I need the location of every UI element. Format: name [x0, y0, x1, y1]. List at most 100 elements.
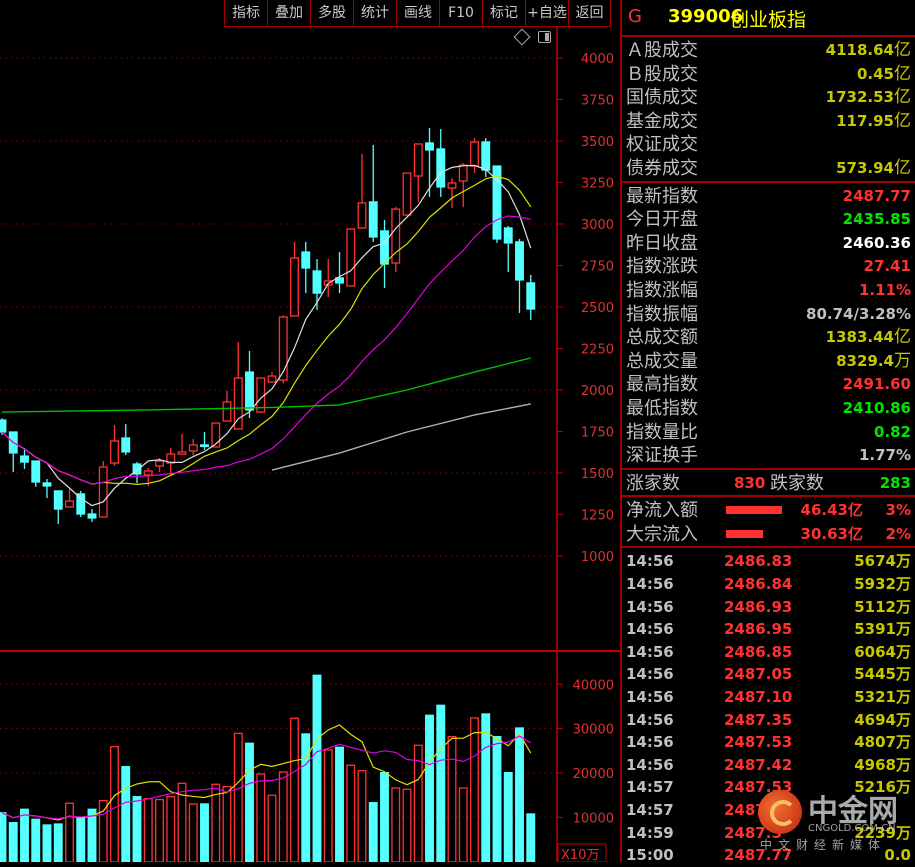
up-count-label: 涨家数 [626, 472, 680, 494]
tick-volume: 5932万 [854, 575, 911, 594]
candle-body [98, 466, 108, 518]
stat-label: 今日开盘 [626, 209, 698, 231]
turnover-unit: 亿 [894, 157, 911, 178]
ma20-line [1, 215, 531, 485]
turnover-label: Ａ股成交 [626, 40, 698, 61]
volume-bar [132, 796, 142, 862]
toolbar-button-8[interactable]: 返回 [568, 0, 611, 26]
stat-value: 2487.77 [843, 185, 911, 209]
volume-bar [503, 772, 513, 862]
tick-row: 14:56 2487.53 4807万 [622, 731, 915, 754]
toolbar-button-2[interactable]: 多股 [310, 0, 353, 26]
volume-bar [42, 824, 52, 862]
volume-bar [166, 796, 176, 862]
toolbar-button-4[interactable]: 画线 [396, 0, 439, 26]
flow-bar [726, 529, 763, 538]
stat-row: 指数振幅 80.74/3.28% [622, 303, 915, 327]
toolbar-button-3[interactable]: 统计 [353, 0, 396, 26]
volume-bar [323, 749, 333, 862]
candle-body [447, 182, 457, 189]
vol-y-tick-label: 30000 [573, 723, 614, 738]
stats-section: 最新指数 2487.77 今日开盘 2435.85 昨日收盘 2460.36 指数涨跌 27.… [622, 183, 915, 470]
volume-bar [290, 717, 299, 862]
toolbar-button-5[interactable]: F10 [439, 0, 482, 26]
toolbar-button-6[interactable]: 标记 [482, 0, 525, 26]
turnover-value: 1732.53亿 [826, 86, 911, 110]
volume-bar [267, 794, 277, 862]
breadth-section: 涨家数 830 跌家数 283 [622, 470, 915, 498]
y-tick-label: 2000 [581, 384, 614, 399]
stat-row: 昨日收盘 2460.36 [622, 232, 915, 256]
stat-row: 总成交量 8329.4万 [622, 350, 915, 374]
turnover-value: 0.45亿 [857, 63, 911, 87]
toolbar-button-7[interactable]: +自选 [525, 0, 568, 26]
tick-time: 14:57 [626, 801, 674, 819]
tick-time: 15:00 [626, 846, 674, 865]
volume-bar [121, 766, 131, 862]
y-tick-label: 1500 [581, 467, 614, 482]
volume-bar [413, 744, 423, 862]
vol-y-tick-label: 40000 [573, 678, 614, 693]
turnover-value: 4118.64亿 [826, 39, 911, 63]
turnover-value: 117.95亿 [836, 110, 911, 134]
candle-body [503, 227, 513, 244]
candle-body [413, 143, 423, 177]
watermark: 中金网 CNGOLD.COM.CN 中文财经新媒体 [758, 790, 908, 862]
volume-bar [188, 803, 198, 862]
stat-number: 1.11% [858, 280, 911, 299]
stat-value: 2460.36 [843, 232, 911, 256]
y-tick-label: 1250 [581, 509, 614, 524]
candle-body [222, 401, 232, 422]
turnover-amount: 0.45 [856, 64, 894, 83]
volume-bar [65, 802, 74, 862]
stat-row: 指数涨幅 1.11% [622, 279, 915, 303]
candle-body [53, 490, 63, 510]
tick-price: 2487.42 [724, 755, 793, 774]
tick-volume: 5112万 [854, 597, 911, 616]
turnover-unit: 亿 [894, 87, 911, 108]
stat-row: 最新指数 2487.77 [622, 185, 915, 209]
toolbar-button-1[interactable]: 叠加 [267, 0, 310, 26]
stat-label: 最新指数 [626, 185, 698, 207]
tick-price: 2487.35 [724, 710, 793, 729]
turnover-label: 权证成交 [626, 134, 698, 156]
volume-bar [222, 785, 232, 862]
candle-body [458, 164, 468, 182]
stat-row: 深证换手 1.77% [622, 444, 915, 468]
tick-volume: 5674万 [854, 552, 911, 571]
tick-price: 2487.10 [724, 688, 793, 707]
turnover-unit: 亿 [894, 110, 911, 131]
stat-number: 1383.44 [825, 328, 894, 347]
candle-body [357, 202, 367, 229]
turnover-amount: 4118.64 [825, 41, 894, 59]
index-name: 创业板指 [730, 9, 807, 31]
tick-row: 14:56 2486.84 5932万 [622, 573, 915, 596]
ma-long-green-line [1, 357, 531, 413]
candle-body [481, 141, 491, 171]
volume-bar [76, 817, 86, 862]
y-tick-label: 3750 [581, 94, 614, 109]
candle-body [143, 470, 153, 476]
panel-toggle-icon[interactable] [538, 31, 551, 43]
tick-price: 2486.84 [724, 575, 793, 594]
stat-number: 2487.77 [842, 186, 911, 205]
tick-row: 14:56 2486.93 5112万 [622, 596, 915, 619]
tick-volume: 4807万 [854, 733, 911, 752]
vol-y-tick-label: 10000 [573, 811, 614, 826]
toolbar-button-0[interactable]: 指标 [224, 0, 267, 26]
turnover-value: 573.94亿 [836, 157, 911, 181]
tick-volume: 5321万 [854, 688, 911, 707]
chart-toolbar: 指标 叠加 多股 统计 画线 F10 标记 +自选 返回 [224, 0, 611, 27]
kline-chart[interactable]: 4000 3750 3500 3250 3000 2750 2500 2250 2000 1750… [0, 0, 620, 862]
stat-row: 指数涨跌 27.41 [622, 255, 915, 279]
vol-unit-label: X10万 [561, 848, 599, 862]
volume-bar [110, 746, 119, 862]
volume-bar [0, 812, 7, 862]
volume-bar [470, 717, 479, 862]
volume-bar [458, 787, 468, 862]
volume-bar [8, 822, 18, 862]
stat-number: 1.77% [858, 446, 911, 465]
volume-bar [312, 674, 322, 862]
stat-value: 0.82 [874, 421, 911, 445]
volume-bar [357, 770, 367, 862]
